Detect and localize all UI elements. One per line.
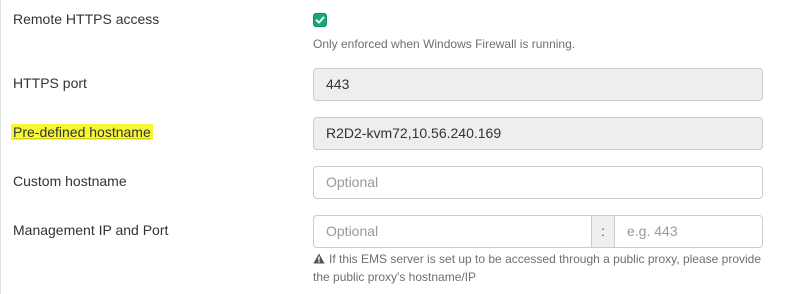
management-ip-port-label: Management IP and Port (13, 222, 169, 238)
custom-hostname-input[interactable]: Optional (313, 166, 763, 199)
remote-https-checkbox[interactable] (313, 13, 327, 27)
check-icon (315, 16, 325, 24)
management-ip-placeholder: Optional (326, 223, 379, 239)
management-help: If this EMS server is set up to be acces… (313, 250, 783, 286)
management-ip-input[interactable]: Optional (313, 215, 592, 248)
custom-hostname-placeholder: Optional (326, 174, 379, 190)
predefined-hostname-field[interactable]: R2D2-kvm72,10.56.240.169 (313, 117, 763, 150)
custom-hostname-label: Custom hostname (13, 173, 127, 189)
warning-icon (313, 253, 325, 264)
management-help-line2: the public proxy's hostname/IP (313, 270, 477, 284)
management-port-input[interactable]: e.g. 443 (615, 215, 763, 248)
https-port-field[interactable]: 443 (313, 68, 763, 101)
predefined-hostname-label: Pre-defined hostname (11, 124, 153, 140)
management-port-placeholder: e.g. 443 (627, 223, 678, 239)
management-help-line1: If this EMS server is set up to be acces… (329, 252, 761, 266)
remote-https-label: Remote HTTPS access (13, 11, 160, 27)
settings-form: Remote HTTPS access Only enforced when W… (0, 0, 796, 294)
https-port-label: HTTPS port (13, 75, 87, 91)
remote-https-help: Only enforced when Windows Firewall is r… (313, 37, 576, 51)
ip-port-separator: : (591, 215, 615, 248)
